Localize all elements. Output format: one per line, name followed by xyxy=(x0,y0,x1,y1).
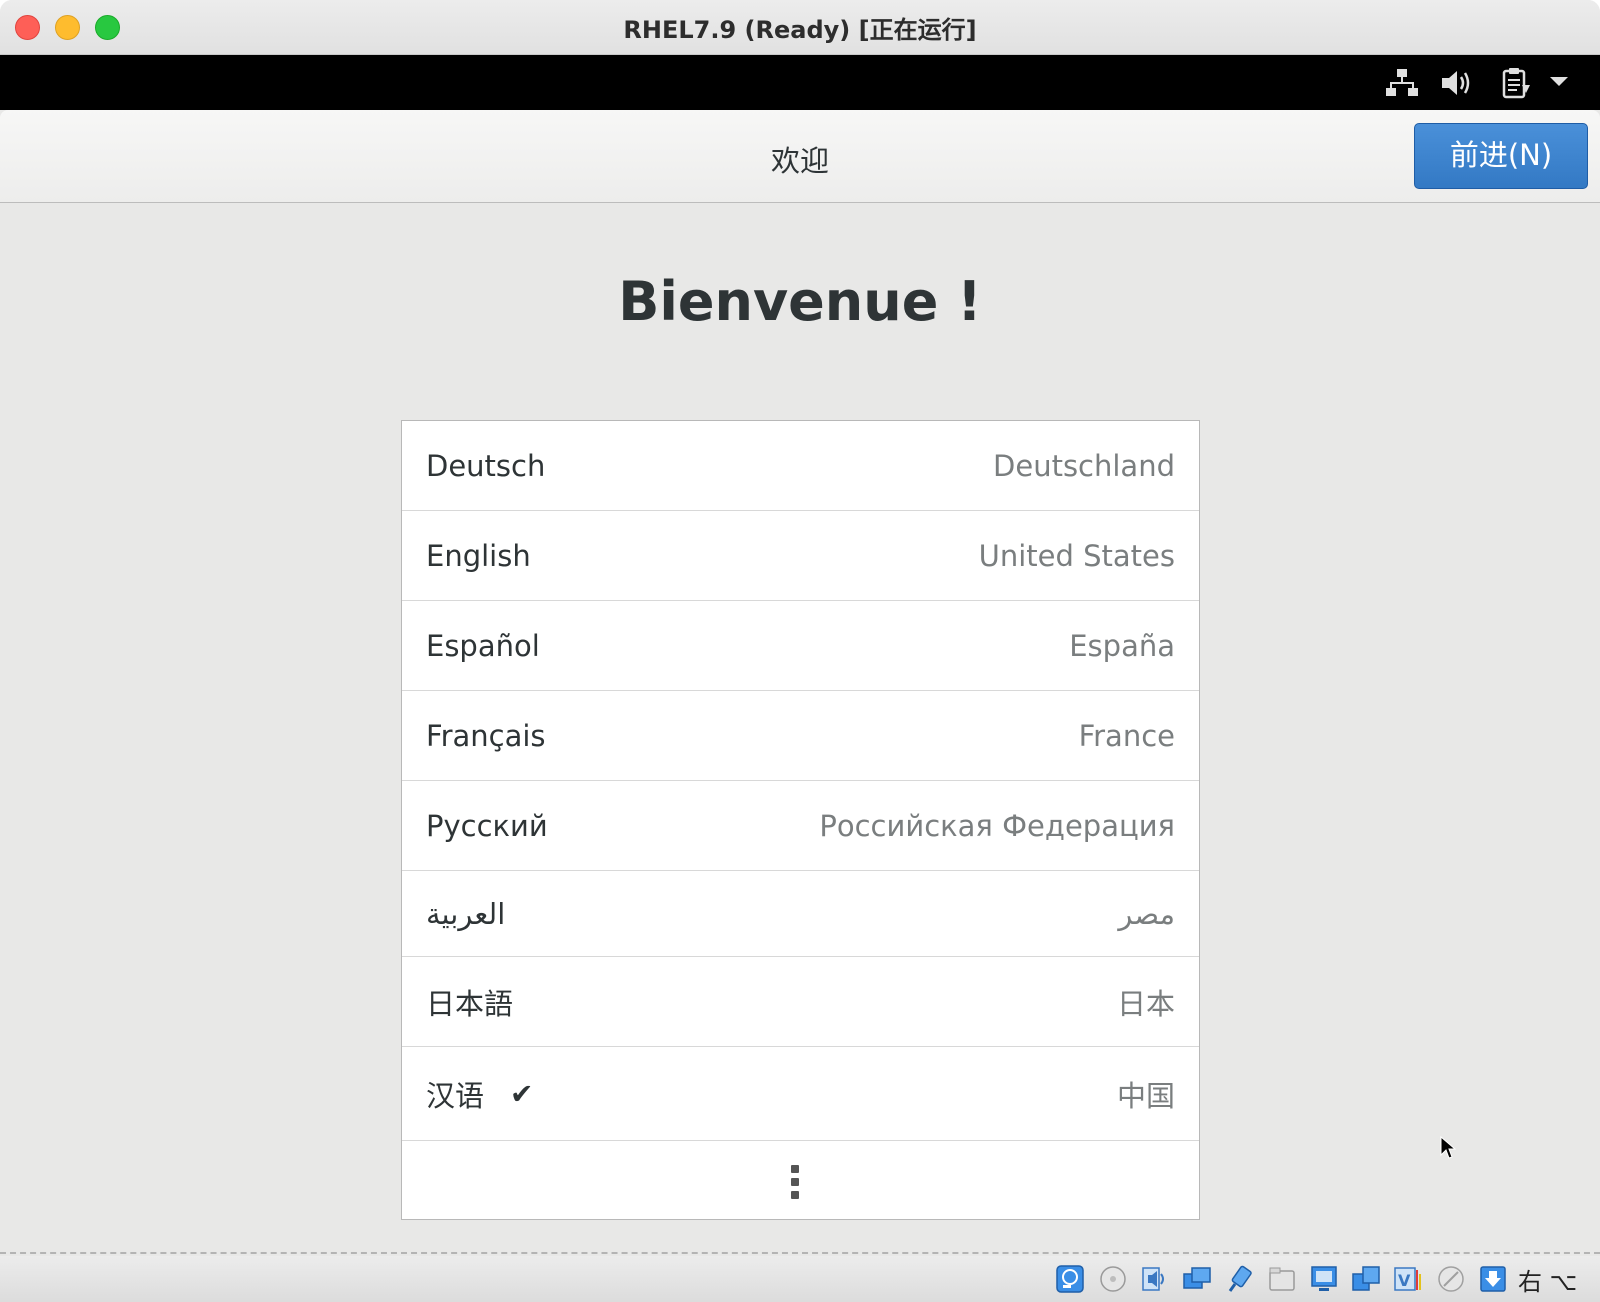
language-region: 日本 xyxy=(1116,986,1175,1021)
language-region: France xyxy=(1078,718,1175,753)
screen-capture-icon[interactable] xyxy=(1351,1264,1381,1294)
host-key-indicator: 右 ⌥ xyxy=(1518,1268,1578,1296)
language-region: Российская Федерация xyxy=(819,808,1175,843)
guest-top-panel xyxy=(0,55,1600,110)
language-row-arabic[interactable]: العربية مصر xyxy=(402,871,1199,957)
mouse-cursor-icon xyxy=(1440,1136,1456,1159)
welcome-heading: Bienvenue ! xyxy=(618,270,982,333)
svg-text:V: V xyxy=(1398,1271,1411,1290)
language-name: Deutsch xyxy=(426,448,546,483)
audio-icon[interactable] xyxy=(1140,1264,1170,1294)
language-row-japanese[interactable]: 日本語 日本 xyxy=(402,957,1199,1047)
network-icon[interactable] xyxy=(1385,67,1419,99)
language-region: United States xyxy=(978,538,1175,573)
setup-header-bar: 欢迎 前进(N) xyxy=(0,110,1600,203)
next-button[interactable]: 前进(N) xyxy=(1414,123,1588,189)
language-name: English xyxy=(426,538,531,573)
optical-drive-icon[interactable] xyxy=(1098,1264,1128,1294)
language-name: 汉语 xyxy=(426,1078,485,1113)
language-region: 中国 xyxy=(1116,1078,1175,1113)
window-titlebar[interactable]: RHEL7.9 (Ready) [正在运行] xyxy=(0,0,1600,55)
clipboard-icon[interactable] xyxy=(1500,67,1532,99)
language-name: Русский xyxy=(426,808,548,843)
status-divider xyxy=(0,1252,1600,1254)
checkmark-icon: ✔ xyxy=(510,1077,534,1110)
network-adapter-icon[interactable] xyxy=(1182,1264,1212,1294)
mouse-integration-icon[interactable] xyxy=(1436,1264,1466,1294)
dropdown-arrow-icon[interactable] xyxy=(1549,75,1569,87)
language-row-english[interactable]: English United States xyxy=(402,511,1199,601)
language-row-francais[interactable]: Français France xyxy=(402,691,1199,781)
vm-window: RHEL7.9 (Ready) [正在运行] 欢迎 前进(N) Bienvenu… xyxy=(0,0,1600,1302)
vm-status-bar: V 右 ⌥ xyxy=(0,1256,1600,1302)
language-name: 日本語 xyxy=(426,986,514,1021)
language-row-deutsch[interactable]: Deutsch Deutschland xyxy=(402,421,1199,511)
language-name: العربية xyxy=(426,896,506,931)
language-row-espanol[interactable]: Español España xyxy=(402,601,1199,691)
keyboard-capture-icon[interactable] xyxy=(1478,1264,1508,1294)
display-icon[interactable] xyxy=(1309,1264,1339,1294)
window-title: RHEL7.9 (Ready) [正在运行] xyxy=(623,16,977,44)
video-capture-icon[interactable]: V xyxy=(1393,1264,1423,1294)
language-row-russian[interactable]: Русский Российская Федерация xyxy=(402,781,1199,871)
usb-icon[interactable] xyxy=(1225,1264,1255,1294)
language-row-chinese[interactable]: 汉语 ✔ 中国 xyxy=(402,1047,1199,1141)
shared-folder-icon[interactable] xyxy=(1267,1264,1297,1294)
language-region: مصر xyxy=(1118,896,1175,931)
hard-disk-icon[interactable] xyxy=(1055,1264,1085,1294)
language-name: Español xyxy=(426,628,540,663)
vertical-ellipsis-icon xyxy=(791,1165,799,1199)
language-name: Français xyxy=(426,718,546,753)
language-region: Deutschland xyxy=(993,448,1175,483)
page-title: 欢迎 xyxy=(770,144,829,178)
volume-icon[interactable] xyxy=(1440,67,1474,99)
language-region: España xyxy=(1069,628,1175,663)
language-list: Deutsch Deutschland English United State… xyxy=(401,420,1200,1220)
more-languages-button[interactable] xyxy=(402,1141,1199,1219)
